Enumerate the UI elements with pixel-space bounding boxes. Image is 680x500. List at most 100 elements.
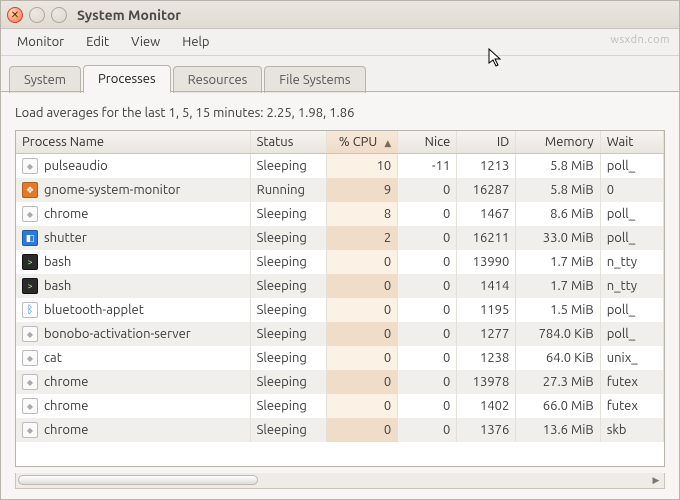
cell-memory: 5.8 MiB [516,178,600,202]
table-row[interactable]: chromeSleeping8014678.6 MiBpoll_ [16,202,664,226]
cell-process-name: gnome-system-monitor [16,178,250,202]
tab-resources[interactable]: Resources [173,66,263,93]
cell-status: Sleeping [250,274,326,298]
tabbar: System Processes Resources File Systems [1,56,679,92]
window-title: System Monitor [77,7,181,23]
cell-memory: 66.0 MiB [516,394,600,418]
cell-id: 1402 [457,394,516,418]
col-cpu[interactable]: % CPU ▲ [326,131,398,154]
cell-cpu: 0 [326,394,398,418]
cell-cpu: 0 [326,274,398,298]
exec-icon [22,158,38,174]
exec-icon [22,326,38,342]
col-nice[interactable]: Nice [398,131,457,154]
horizontal-scrollbar[interactable]: ◀ ▶ [15,473,665,489]
table-row[interactable]: pulseaudioSleeping10-1112135.8 MiBpoll_ [16,154,664,179]
tab-filesystems[interactable]: File Systems [264,66,365,93]
cell-nice: 0 [398,226,457,250]
minimize-icon[interactable] [29,7,45,23]
cell-id: 1414 [457,274,516,298]
cell-wait: skb [600,418,663,442]
col-status[interactable]: Status [250,131,326,154]
table-row[interactable]: catSleeping00123864.0 KiBunix_ [16,346,664,370]
process-name-label: bash [44,279,71,293]
tab-processes[interactable]: Processes [83,65,171,93]
cell-process-name: bonobo-activation-server [16,322,250,346]
cell-status: Sleeping [250,346,326,370]
cell-memory: 5.8 MiB [516,154,600,179]
process-name-label: chrome [44,207,88,221]
col-memory[interactable]: Memory [516,131,600,154]
table-row[interactable]: bonobo-activation-serverSleeping00127778… [16,322,664,346]
app-orange-icon [22,182,38,198]
process-name-label: bluetooth-applet [44,303,144,317]
cell-memory: 1.7 MiB [516,274,600,298]
cell-nice: 0 [398,202,457,226]
menu-monitor[interactable]: Monitor [7,31,74,53]
cell-nice: 0 [398,274,457,298]
cell-process-name: bluetooth-applet [16,298,250,322]
cell-status: Running [250,178,326,202]
cell-wait: poll_ [600,226,663,250]
table-header-row: Process Name Status % CPU ▲ Nice ID Memo… [16,131,664,154]
scrollbar-thumb[interactable] [18,475,258,485]
bt-icon [22,302,38,318]
table-row[interactable]: chromeSleeping001397827.3 MiBfutex [16,370,664,394]
table-row[interactable]: chromeSleeping00140266.0 MiBfutex [16,394,664,418]
cell-status: Sleeping [250,226,326,250]
cell-process-name: bash [16,250,250,274]
tab-content: Load averages for the last 1, 5, 15 minu… [1,92,679,499]
process-name-label: bash [44,255,71,269]
cell-cpu: 0 [326,322,398,346]
cell-status: Sleeping [250,154,326,179]
cell-status: Sleeping [250,322,326,346]
process-name-label: cat [44,351,62,365]
table-row[interactable]: gnome-system-monitorRunning90162875.8 Mi… [16,178,664,202]
menu-help[interactable]: Help [172,31,219,53]
cell-process-name: chrome [16,202,250,226]
cell-wait: poll_ [600,322,663,346]
cell-status: Sleeping [250,394,326,418]
table-row[interactable]: chromeSleeping00137613.6 MiBskb [16,418,664,442]
table-row[interactable]: bashSleeping00139901.7 MiBn_tty [16,250,664,274]
cell-memory: 8.6 MiB [516,202,600,226]
cell-process-name: chrome [16,370,250,394]
titlebar[interactable]: ✕ System Monitor [1,1,679,29]
table-row[interactable]: bashSleeping0014141.7 MiBn_tty [16,274,664,298]
process-name-label: chrome [44,375,88,389]
menu-view[interactable]: View [121,31,170,53]
cell-nice: 0 [398,418,457,442]
process-name-label: chrome [44,423,88,437]
cell-memory: 33.0 MiB [516,226,600,250]
cell-process-name: chrome [16,394,250,418]
process-name-label: pulseaudio [44,159,108,173]
exec-icon [22,422,38,438]
col-process-name[interactable]: Process Name [16,131,250,154]
tab-system[interactable]: System [9,66,81,93]
cell-memory: 784.0 KiB [516,322,600,346]
close-icon[interactable]: ✕ [7,7,23,23]
table-row[interactable]: bluetooth-appletSleeping0011951.5 MiBpol… [16,298,664,322]
table-row[interactable]: shutterSleeping201621133.0 MiBpoll_ [16,226,664,250]
cell-status: Sleeping [250,250,326,274]
exec-icon [22,374,38,390]
term-icon [22,254,38,270]
cell-status: Sleeping [250,370,326,394]
maximize-icon[interactable] [51,7,67,23]
cell-process-name: bash [16,274,250,298]
process-name-label: chrome [44,399,88,413]
cell-cpu: 0 [326,298,398,322]
sort-asc-icon: ▲ [384,138,391,148]
process-table[interactable]: Process Name Status % CPU ▲ Nice ID Memo… [15,130,665,467]
col-id[interactable]: ID [457,131,516,154]
scroll-right-icon[interactable]: ▶ [649,474,663,486]
menu-edit[interactable]: Edit [76,31,119,53]
cell-cpu: 0 [326,346,398,370]
cell-cpu: 9 [326,178,398,202]
cell-cpu: 8 [326,202,398,226]
process-name-label: bonobo-activation-server [44,327,191,341]
col-wait[interactable]: Wait [600,131,663,154]
exec-icon [22,350,38,366]
cell-wait: 0 [600,178,663,202]
cell-cpu: 2 [326,226,398,250]
